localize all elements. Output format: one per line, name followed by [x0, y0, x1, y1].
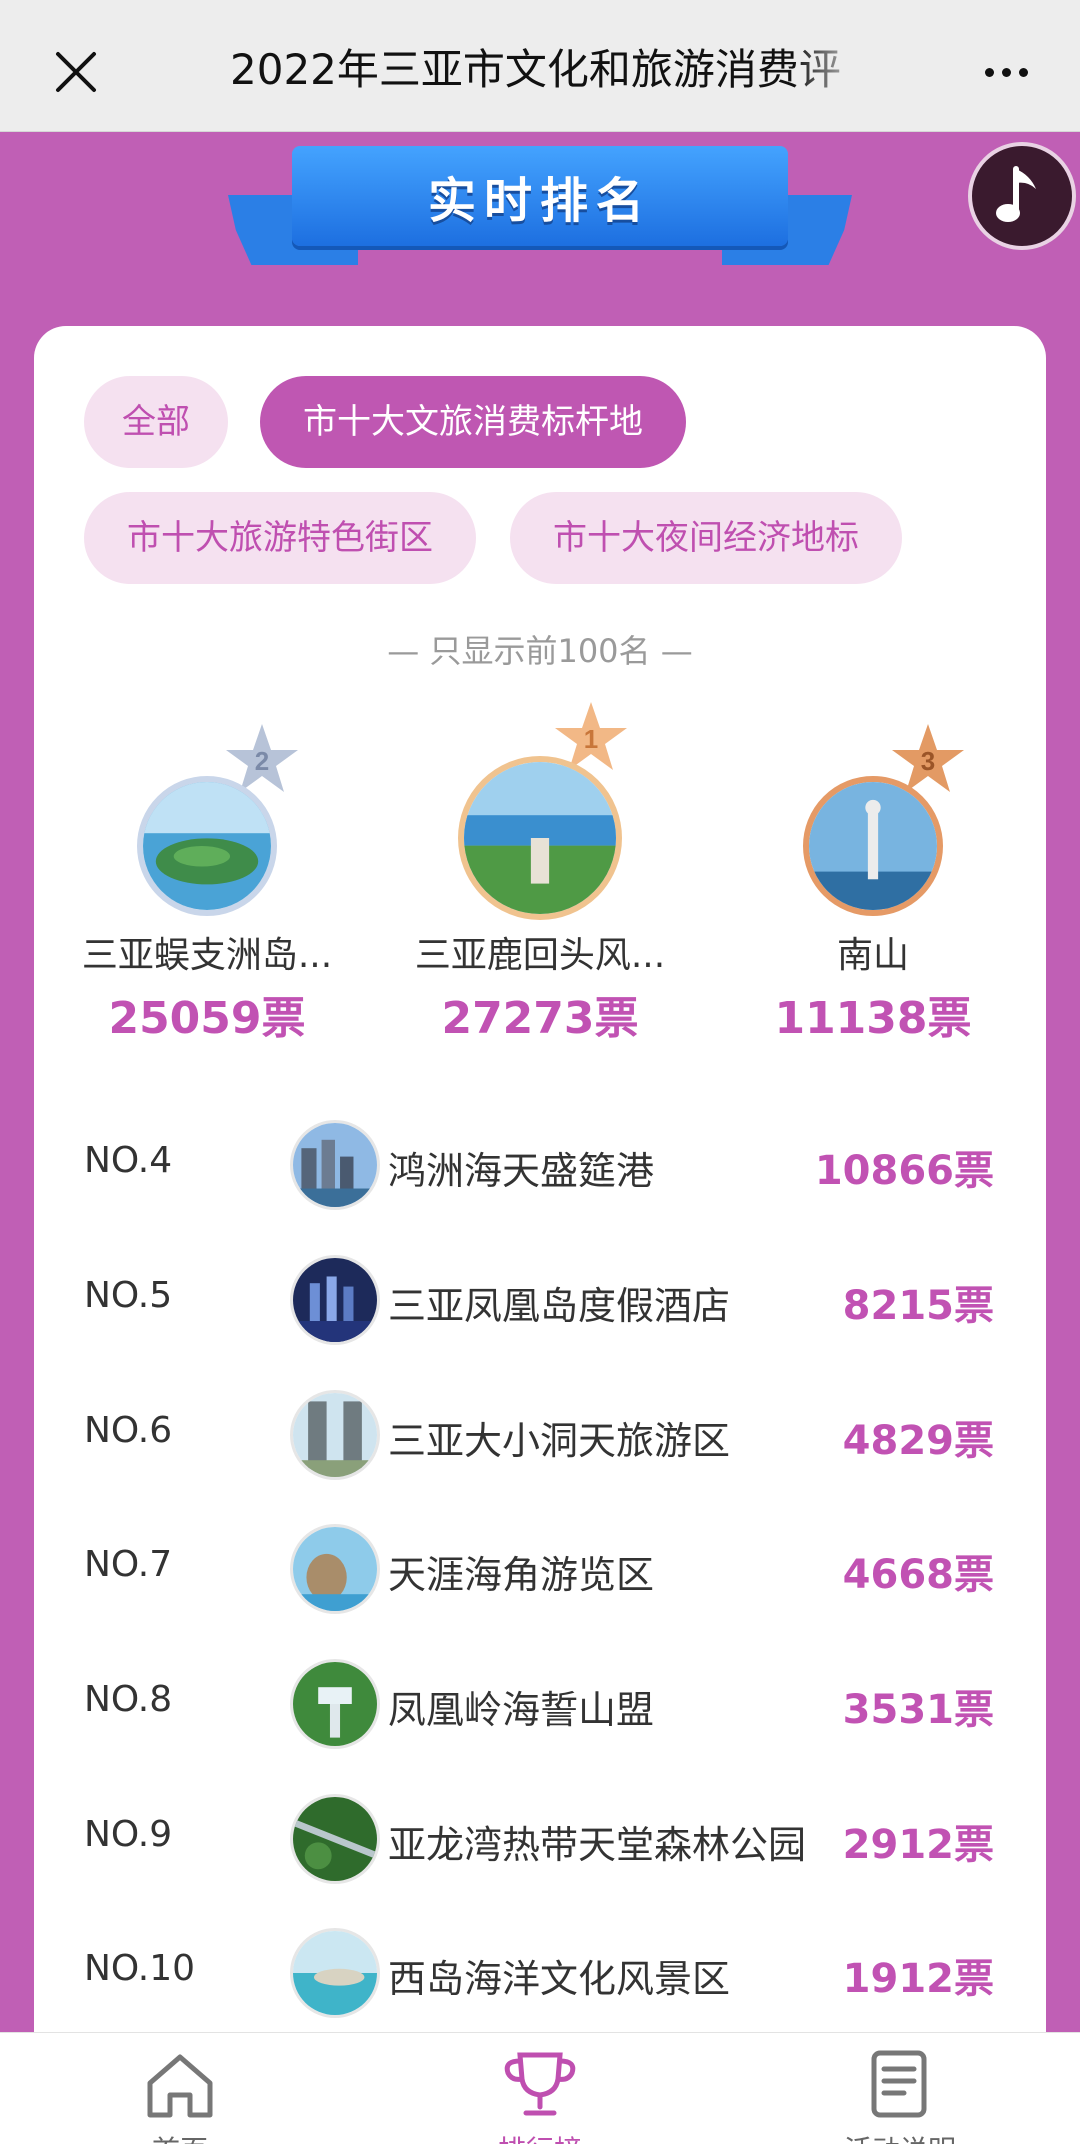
list-item[interactable]: NO.6 三亚大小洞天旅游区 4829票 — [34, 1380, 1046, 1490]
list-item-thumbnail — [290, 1390, 380, 1480]
list-item-votes: 3531票 — [842, 1687, 994, 1733]
more-icon — [984, 67, 994, 77]
list-item-thumbnail — [290, 1928, 380, 2018]
list-item-votes: 4829票 — [842, 1418, 994, 1464]
list-item-name: 三亚凤凰岛度假酒店 — [388, 1284, 731, 1328]
svg-text:2: 2 — [255, 746, 269, 776]
nav-rules-label: 活动说明 — [800, 2129, 1000, 2144]
rank-label: NO.10 — [84, 1948, 196, 1989]
podium-second-name: 三亚蜈支洲岛... — [81, 935, 333, 976]
podium-first-name: 三亚鹿回头风... — [414, 935, 666, 976]
podium-third[interactable]: 3 南山 11138票 — [708, 716, 1038, 1056]
island-image — [143, 782, 271, 910]
podium-second-votes: 25059票 — [108, 993, 306, 1044]
list-item[interactable]: NO.4 鸿洲海天盛筵港 10866票 — [34, 1110, 1046, 1220]
music-note-icon — [996, 166, 1036, 222]
list-item-name: 三亚大小洞天旅游区 — [388, 1419, 731, 1463]
list-item-thumbnail — [290, 1120, 380, 1210]
list-item-votes: 1912票 — [842, 1956, 994, 2002]
podium-second-photo — [137, 776, 277, 916]
top-bar: 2022年三亚市文化和旅游消费评 — [0, 0, 1080, 132]
music-button[interactable] — [968, 142, 1076, 250]
nav-home-label: 首页 — [80, 2129, 280, 2144]
rank-label: NO.4 — [84, 1140, 173, 1181]
nav-ranking[interactable]: 排行榜 — [440, 2033, 640, 2144]
nav-rules[interactable]: 活动说明 — [800, 2033, 1000, 2144]
close-button[interactable] — [40, 36, 112, 108]
trophy-icon — [504, 2052, 576, 2116]
banner-title: 实时排名 — [427, 173, 652, 229]
home-icon — [147, 2054, 213, 2118]
rank-label: NO.9 — [84, 1814, 173, 1855]
rank-label: NO.7 — [84, 1544, 173, 1585]
more-icon-dot — [1018, 67, 1028, 77]
list-item-name: 天涯海角游览区 — [388, 1553, 655, 1597]
rank-label: NO.8 — [84, 1679, 173, 1720]
podium-first-votes: 27273票 — [441, 993, 639, 1044]
list-item-votes: 4668票 — [842, 1552, 994, 1598]
filter-chip-consumption-benchmark[interactable]: 市十大文旅消费标杆地 — [260, 376, 686, 468]
list-item-votes: 2912票 — [842, 1822, 994, 1868]
top-100-notice: — 只显示前100名 — — [387, 632, 693, 670]
podium-third-photo — [803, 776, 943, 916]
list-item-name: 西岛海洋文化风景区 — [388, 1957, 731, 2001]
ranking-banner: 实时排名 — [228, 140, 852, 270]
svg-text:1: 1 — [584, 724, 598, 754]
ribbon-body: 实时排名 — [292, 146, 788, 246]
list-item[interactable]: NO.7 天涯海角游览区 4668票 — [34, 1514, 1046, 1624]
podium-first[interactable]: 1 三亚鹿回头风... 27273票 — [375, 702, 705, 1056]
list-item[interactable]: NO.9 亚龙湾热带天堂森林公园 2912票 — [34, 1784, 1046, 1894]
bottom-navigation: 首页 排行榜 活动说明 — [0, 2032, 1080, 2144]
list-item-votes: 8215票 — [842, 1283, 994, 1329]
list-item-name: 凤凰岭海誓山盟 — [388, 1688, 655, 1732]
nav-home[interactable]: 首页 — [80, 2033, 280, 2144]
list-item[interactable]: NO.5 三亚凤凰岛度假酒店 8215票 — [34, 1245, 1046, 1355]
close-icon — [56, 52, 96, 92]
podium-third-name: 南山 — [836, 935, 909, 976]
list-item-name: 亚龙湾热带天堂森林公园 — [388, 1823, 807, 1867]
svg-text:3: 3 — [921, 746, 935, 776]
list-item-thumbnail — [290, 1794, 380, 1884]
deer-statue-image — [464, 762, 616, 914]
podium-third-votes: 11138票 — [774, 993, 972, 1044]
list-item[interactable]: NO.8 凤凰岭海誓山盟 3531票 — [34, 1649, 1046, 1759]
list-item-thumbnail — [290, 1255, 380, 1345]
nav-ranking-label: 排行榜 — [440, 2129, 640, 2144]
list-item-votes: 10866票 — [814, 1148, 994, 1194]
podium-first-photo — [458, 756, 622, 920]
rank-label: NO.5 — [84, 1275, 173, 1316]
guanyin-statue-image — [809, 782, 937, 910]
filter-chip-night-economy[interactable]: 市十大夜间经济地标 — [510, 492, 902, 584]
more-button[interactable] — [970, 36, 1042, 108]
rank-label: NO.6 — [84, 1410, 173, 1451]
list-item[interactable]: NO.10 西岛海洋文化风景区 1912票 — [34, 1918, 1046, 2028]
document-icon — [871, 2050, 927, 2118]
podium-second[interactable]: 2 三亚蜈支洲岛... 25059票 — [42, 716, 372, 1056]
more-icon-dot — [1001, 67, 1011, 77]
ranking-card: 全部 市十大文旅消费标杆地 市十大旅游特色街区 市十大夜间经济地标 — 只显示前… — [34, 326, 1046, 2144]
list-item-name: 鸿洲海天盛筵港 — [388, 1149, 655, 1193]
page-title: 2022年三亚市文化和旅游消费评 — [230, 45, 841, 94]
filter-chip-featured-streets[interactable]: 市十大旅游特色街区 — [84, 492, 476, 584]
filter-chip-all[interactable]: 全部 — [84, 376, 228, 468]
list-item-thumbnail — [290, 1524, 380, 1614]
list-item-thumbnail — [290, 1659, 380, 1749]
